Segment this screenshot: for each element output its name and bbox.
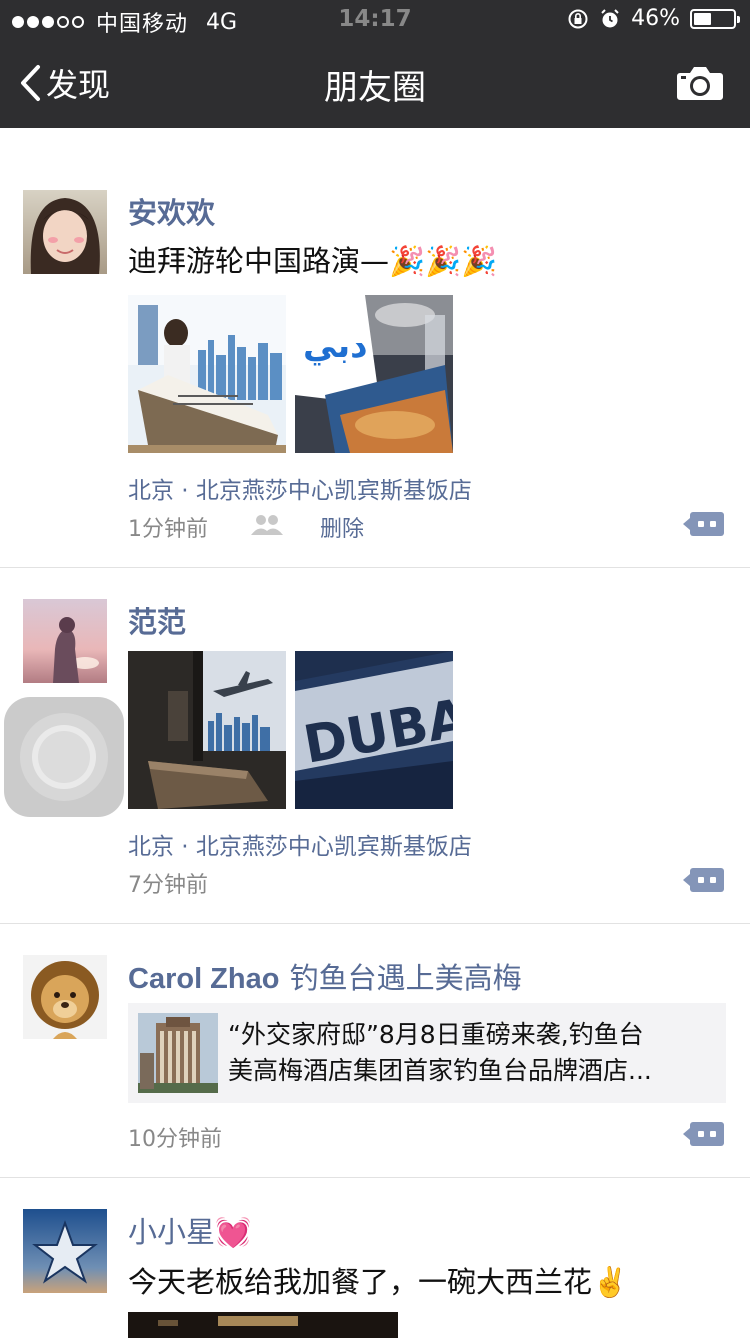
camera-button[interactable] [676, 64, 724, 106]
post-photo[interactable] [128, 1312, 398, 1338]
author-name[interactable]: 小小星💓 [128, 1209, 251, 1251]
post-text: 迪拜游轮中国路演—🎉🎉🎉 [128, 244, 498, 278]
battery-percent: 46% [631, 6, 680, 31]
page-title: 朋友圈 [324, 68, 426, 108]
moment-post: 小小星💓 今天老板给我加餐了，一碗大西兰花✌️ [0, 1178, 750, 1338]
post-text: 今天老板给我加餐了，一碗大西兰花✌️ [128, 1265, 629, 1299]
author-name[interactable]: Carol Zhao 钓鱼台遇上美高梅 [128, 955, 522, 997]
shared-link-card[interactable]: “外交家府邸”8月8日重磅来袭,钓鱼台 美高梅酒店集团首家钓鱼台品牌酒店... [128, 1003, 726, 1103]
svg-text:دبي: دبي [303, 326, 368, 366]
post-text: 钓鱼台遇上美高梅 [289, 961, 522, 995]
avatar[interactable] [23, 190, 107, 274]
post-photo[interactable] [128, 651, 286, 809]
author-name[interactable]: 安欢欢 [128, 190, 215, 232]
moment-post: 安欢欢 迪拜游轮中国路演—🎉🎉🎉 دبي 北京 · 北京燕莎中心凯宾斯基饭店 1… [0, 128, 750, 568]
avatar[interactable] [23, 599, 107, 683]
battery-icon [690, 8, 740, 29]
author-name[interactable]: 范范 [128, 599, 186, 641]
avatar[interactable] [23, 955, 107, 1039]
status-bar: 中国移动 4G 14:17 46% [0, 0, 750, 40]
camera-icon [677, 67, 723, 100]
post-time: 7分钟前 [128, 873, 208, 898]
comment-button[interactable] [683, 1122, 724, 1146]
post-location[interactable]: 北京 · 北京燕莎中心凯宾斯基饭店 [128, 471, 472, 505]
post-time: 10分钟前 [128, 1127, 222, 1152]
friends-visibility-icon [251, 515, 283, 535]
victory-hand-emoji: ✌️ [592, 1265, 629, 1299]
heart-emoji: 💓 [215, 1215, 252, 1249]
link-title: “外交家府邸”8月8日重磅来袭,钓鱼台 美高梅酒店集团首家钓鱼台品牌酒店... [228, 1020, 652, 1085]
comment-button[interactable] [683, 512, 724, 536]
alarm-icon [601, 8, 619, 27]
post-photo[interactable]: دبي [295, 295, 453, 453]
top-bar: 中国移动 4G 14:17 46% 发现 朋友圈 [0, 0, 750, 128]
post-location[interactable]: 北京 · 北京燕莎中心凯宾斯基饭店 [128, 827, 472, 861]
avatar[interactable] [23, 1209, 107, 1293]
post-photo[interactable]: DUBAI [295, 651, 453, 809]
rotation-lock-icon [568, 9, 588, 28]
moment-post: Carol Zhao 钓鱼台遇上美高梅 “外交家府邸”8月8日重磅来袭,钓鱼台 … [0, 924, 750, 1178]
link-thumbnail [138, 1013, 218, 1093]
party-popper-emoji: 🎉🎉🎉 [389, 244, 498, 278]
assistive-touch-button[interactable] [4, 697, 124, 817]
comment-button[interactable] [683, 868, 724, 892]
delete-button[interactable]: 删除 [320, 511, 364, 543]
post-photo[interactable] [128, 295, 286, 453]
post-time: 1分钟前 [128, 517, 208, 542]
